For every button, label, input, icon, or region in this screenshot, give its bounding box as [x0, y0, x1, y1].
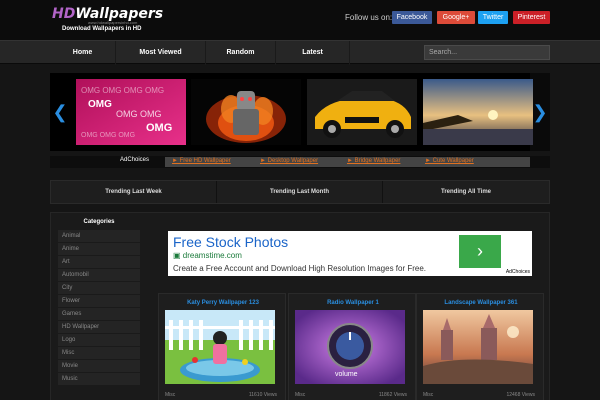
ad-logo-icon: ▣ — [173, 251, 183, 260]
category-item[interactable]: Misc — [58, 347, 140, 360]
nav-latest[interactable]: Latest — [276, 41, 350, 65]
category-item[interactable]: Logo — [58, 334, 140, 347]
categories-title: Categories — [83, 219, 115, 225]
nav-random[interactable]: Random — [206, 41, 276, 65]
category-item[interactable]: Art — [58, 256, 140, 269]
category-item[interactable]: Movie — [58, 360, 140, 373]
card-image-landscape[interactable] — [423, 310, 533, 384]
ad-arrow-button[interactable]: › — [459, 235, 501, 268]
category-item[interactable]: Games — [58, 308, 140, 321]
chevron-right-icon: › — [477, 241, 483, 261]
slider-thumb-mustang[interactable] — [307, 79, 417, 145]
svg-text:OMG OMG OMG OMG: OMG OMG OMG OMG — [81, 86, 164, 95]
ad-links-container: ► Free HD Wallpaper ► Desktop Wallpaper … — [165, 157, 530, 167]
card-category[interactable]: Misc — [165, 392, 175, 398]
card-title[interactable]: Landscape Wallpaper 361 — [417, 300, 545, 306]
categories-sidebar: Categories Animal Anime Art Automobil Ci… — [58, 216, 140, 400]
nav-most-viewed[interactable]: Most Viewed — [116, 41, 206, 65]
tab-trending-week[interactable]: Trending Last Week — [51, 181, 217, 203]
card-category[interactable]: Misc — [423, 392, 433, 398]
category-item[interactable]: Flower — [58, 295, 140, 308]
svg-text:OMG: OMG — [146, 122, 172, 134]
ad-description: Create a Free Account and Download High … — [173, 264, 427, 273]
wallpaper-card[interactable]: Katy Perry Wallpaper 123 Misc 11610 View… — [158, 293, 286, 400]
category-item[interactable]: Automobil — [58, 269, 140, 282]
slider-thumb-robot[interactable] — [191, 79, 301, 145]
ad-adchoices[interactable]: AdChoices — [506, 269, 530, 275]
category-item[interactable]: City — [58, 282, 140, 295]
ad-links-strip: AdChoices ► Free HD Wallpaper ► Desktop … — [50, 156, 550, 168]
ad-domain: ▣ dreamstime.com — [173, 251, 242, 260]
category-item[interactable]: Music — [58, 373, 140, 386]
logo-tagline: Download Wallpapers in HD — [62, 26, 142, 32]
card-views: 11862 Views — [378, 392, 407, 398]
site-header: HDWallpapers www.hdwallpapersinhd.com Do… — [0, 0, 600, 40]
ad-domain-text: dreamstime.com — [182, 251, 242, 260]
twitter-button[interactable]: Twitter — [478, 11, 508, 24]
card-views: 11610 Views — [248, 392, 277, 398]
pinterest-button[interactable]: Pinterest — [513, 11, 550, 24]
ad-title[interactable]: Free Stock Photos — [173, 234, 288, 250]
tab-trending-month[interactable]: Trending Last Month — [217, 181, 383, 203]
tab-trending-all[interactable]: Trending All Time — [383, 181, 549, 203]
facebook-button[interactable]: Facebook — [392, 11, 432, 24]
logo-hd: HD — [52, 6, 76, 22]
svg-text:volume: volume — [335, 371, 358, 378]
ad-link-bridge[interactable]: ► Bridge Wallpaper — [347, 158, 400, 164]
wallpaper-card[interactable]: Landscape Wallpaper 361 Misc 12468 Views — [416, 293, 544, 400]
search-input[interactable]: Search... — [424, 45, 550, 60]
slider-thumb-sunset[interactable] — [423, 79, 533, 145]
ad-link-cute[interactable]: ► Cute Wallpaper — [425, 158, 474, 164]
category-item[interactable]: Animal — [58, 230, 140, 243]
wallpaper-card[interactable]: Radio Wallpaper 1 volume Misc 11862 View… — [288, 293, 416, 400]
ad-link-desktop[interactable]: ► Desktop Wallpaper — [260, 158, 318, 164]
nav-home[interactable]: Home — [50, 41, 116, 65]
site-logo[interactable]: HDWallpapers www.hdwallpapersinhd.com Do… — [52, 7, 163, 32]
slider-thumb-omg[interactable]: OMG OMG OMG OMG OMG OMG OMG OMG OMG OMG … — [76, 79, 186, 145]
category-item[interactable]: Anime — [58, 243, 140, 256]
card-title[interactable]: Radio Wallpaper 1 — [289, 300, 417, 306]
display-ad[interactable]: Free Stock Photos ▣ dreamstime.com Creat… — [168, 231, 532, 276]
card-category[interactable]: Misc — [295, 392, 305, 398]
card-title[interactable]: Katy Perry Wallpaper 123 — [159, 300, 287, 306]
adchoices-label[interactable]: AdChoices — [120, 157, 149, 163]
card-views: 12468 Views — [506, 392, 535, 398]
follow-label: Follow us on: — [345, 13, 393, 22]
card-image-katy[interactable] — [165, 310, 275, 384]
svg-text:OMG: OMG — [88, 99, 112, 110]
svg-text:OMG OMG: OMG OMG — [116, 109, 162, 119]
chevron-right-icon[interactable]: ❯ — [530, 73, 550, 151]
ad-link-free-hd[interactable]: ► Free HD Wallpaper — [172, 158, 231, 164]
featured-slider: ❮ ❯ OMG OMG OMG OMG OMG OMG OMG OMG OMG … — [50, 73, 550, 151]
google-plus-button[interactable]: Google+ — [437, 11, 475, 24]
chevron-left-icon[interactable]: ❮ — [50, 73, 70, 151]
category-item[interactable]: HD Wallpaper — [58, 321, 140, 334]
trending-bar: Trending Last Week Trending Last Month T… — [50, 180, 550, 204]
card-image-radio[interactable]: volume — [295, 310, 405, 384]
svg-text:OMG OMG OMG: OMG OMG OMG — [81, 132, 135, 139]
